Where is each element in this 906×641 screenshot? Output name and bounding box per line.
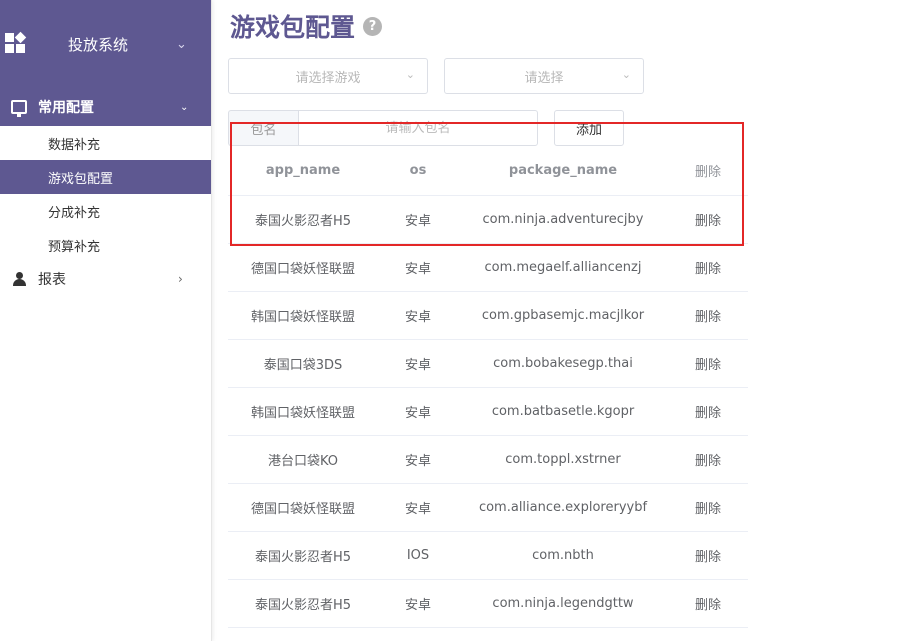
table-row: 泰国口袋3DS 安卓 com.bobakesegp.thai 删除	[228, 339, 748, 388]
menu-group-common-config[interactable]: 常用配置 ⌄	[0, 88, 211, 126]
delete-link[interactable]: 删除	[668, 483, 748, 532]
col-header-delete: 删除	[668, 147, 748, 196]
sidebar: 投放系统 ⌄ 常用配置 ⌄ 数据补充 游戏包配置 分成补充 预算补充 报表 ›	[0, 0, 212, 641]
package-table: app_name os package_name 删除 泰国火影忍者H5 安卓 …	[228, 147, 748, 628]
delete-link[interactable]: 删除	[668, 339, 748, 388]
delete-link[interactable]: 删除	[668, 387, 748, 436]
col-header-app-name[interactable]: app_name	[228, 147, 378, 196]
col-header-package-name[interactable]: package_name	[458, 147, 668, 196]
cell-os: 安卓	[378, 291, 458, 340]
cell-app-name: 泰国口袋3DS	[228, 339, 378, 388]
table-row: 韩国口袋妖怪联盟 安卓 com.gpbasemjc.macjlkor 删除	[228, 291, 748, 340]
sidebar-item-data-supplement[interactable]: 数据补充	[0, 126, 211, 160]
cell-os: 安卓	[378, 339, 458, 388]
secondary-select-placeholder: 请选择	[524, 70, 564, 86]
sidebar-item-reports[interactable]: 报表 ›	[0, 262, 211, 296]
table-header-row: app_name os package_name 删除	[228, 147, 748, 196]
cell-package-name: com.ninja.legendgttw	[458, 579, 668, 628]
cell-os: 安卓	[378, 243, 458, 292]
main-content: 游戏包配置 ? 请选择游戏 ⌄ 请选择 ⌄ 包名 添加 app_name os …	[228, 0, 906, 641]
sidebar-item-game-package-config[interactable]: 游戏包配置	[0, 160, 211, 194]
cell-app-name: 韩国口袋妖怪联盟	[228, 387, 378, 436]
cell-app-name: 泰国火影忍者H5	[228, 531, 378, 580]
game-select[interactable]: 请选择游戏 ⌄	[228, 58, 428, 94]
chevron-down-icon: ⌄	[180, 101, 189, 113]
cell-os: 安卓	[378, 387, 458, 436]
cell-app-name: 泰国火影忍者H5	[228, 195, 378, 244]
delete-link[interactable]: 删除	[668, 291, 748, 340]
cell-app-name: 港台口袋KO	[228, 435, 378, 484]
brand-title: 投放系统	[68, 35, 129, 54]
page-title: 游戏包配置	[230, 13, 356, 42]
table-row: 德国口袋妖怪联盟 安卓 com.alliance.exploreryybf 删除	[228, 483, 748, 532]
delete-link[interactable]: 删除	[668, 195, 748, 244]
package-name-input[interactable]	[298, 110, 538, 146]
sidebar-item-budget-supplement[interactable]: 预算补充	[0, 228, 211, 262]
cell-package-name: com.megaelf.alliancenzj	[458, 243, 668, 292]
package-name-prefix: 包名	[228, 110, 298, 146]
sidebar-item-label: 报表	[38, 272, 66, 288]
cell-package-name: com.gpbasemjc.macjlkor	[458, 291, 668, 340]
table-row: 泰国火影忍者H5 安卓 com.ninja.adventurecjby 删除	[228, 195, 748, 244]
page-title-wrap: 游戏包配置 ?	[230, 8, 383, 44]
cell-os: 安卓	[378, 195, 458, 244]
cell-package-name: com.bobakesegp.thai	[458, 339, 668, 388]
chevron-down-icon: ⌄	[405, 68, 415, 81]
table-row: 港台口袋KO 安卓 com.toppl.xstrner 删除	[228, 435, 748, 484]
cell-package-name: com.ninja.adventurecjby	[458, 195, 668, 244]
cell-app-name: 韩国口袋妖怪联盟	[228, 291, 378, 340]
cell-package-name: com.alliance.exploreryybf	[458, 483, 668, 532]
table-row: 韩国口袋妖怪联盟 安卓 com.batbasetle.kgopr 删除	[228, 387, 748, 436]
delete-link[interactable]: 删除	[668, 531, 748, 580]
sidebar-item-share-supplement[interactable]: 分成补充	[0, 194, 211, 228]
cell-package-name: com.nbth	[458, 531, 668, 580]
col-header-os[interactable]: os	[378, 147, 458, 196]
table-row: 泰国火影忍者H5 安卓 com.ninja.legendgttw 删除	[228, 579, 748, 628]
chevron-right-icon: ›	[178, 272, 183, 286]
chevron-down-icon: ⌄	[176, 36, 187, 52]
delete-link[interactable]: 删除	[668, 243, 748, 292]
delete-link[interactable]: 删除	[668, 579, 748, 628]
cell-app-name: 德国口袋妖怪联盟	[228, 483, 378, 532]
sidebar-brand[interactable]: 投放系统 ⌄	[0, 0, 211, 88]
add-button[interactable]: 添加	[554, 110, 624, 146]
cell-package-name: com.toppl.xstrner	[458, 435, 668, 484]
monitor-icon	[11, 100, 27, 117]
secondary-select[interactable]: 请选择 ⌄	[444, 58, 644, 94]
menu-group-label: 常用配置	[38, 100, 94, 116]
cell-package-name: com.batbasetle.kgopr	[458, 387, 668, 436]
cell-os: IOS	[378, 531, 458, 580]
delete-link[interactable]: 删除	[668, 435, 748, 484]
cell-app-name: 德国口袋妖怪联盟	[228, 243, 378, 292]
cell-os: 安卓	[378, 483, 458, 532]
game-select-placeholder: 请选择游戏	[295, 70, 361, 86]
help-icon[interactable]: ?	[363, 16, 383, 36]
app-logo-icon	[5, 31, 27, 55]
cell-os: 安卓	[378, 435, 458, 484]
user-icon	[13, 272, 27, 286]
cell-os: 安卓	[378, 579, 458, 628]
package-name-input-group: 包名	[228, 110, 538, 146]
chevron-down-icon: ⌄	[621, 68, 631, 81]
table-row: 泰国火影忍者H5 IOS com.nbth 删除	[228, 531, 748, 580]
cell-app-name: 泰国火影忍者H5	[228, 579, 378, 628]
table-row: 德国口袋妖怪联盟 安卓 com.megaelf.alliancenzj 删除	[228, 243, 748, 292]
